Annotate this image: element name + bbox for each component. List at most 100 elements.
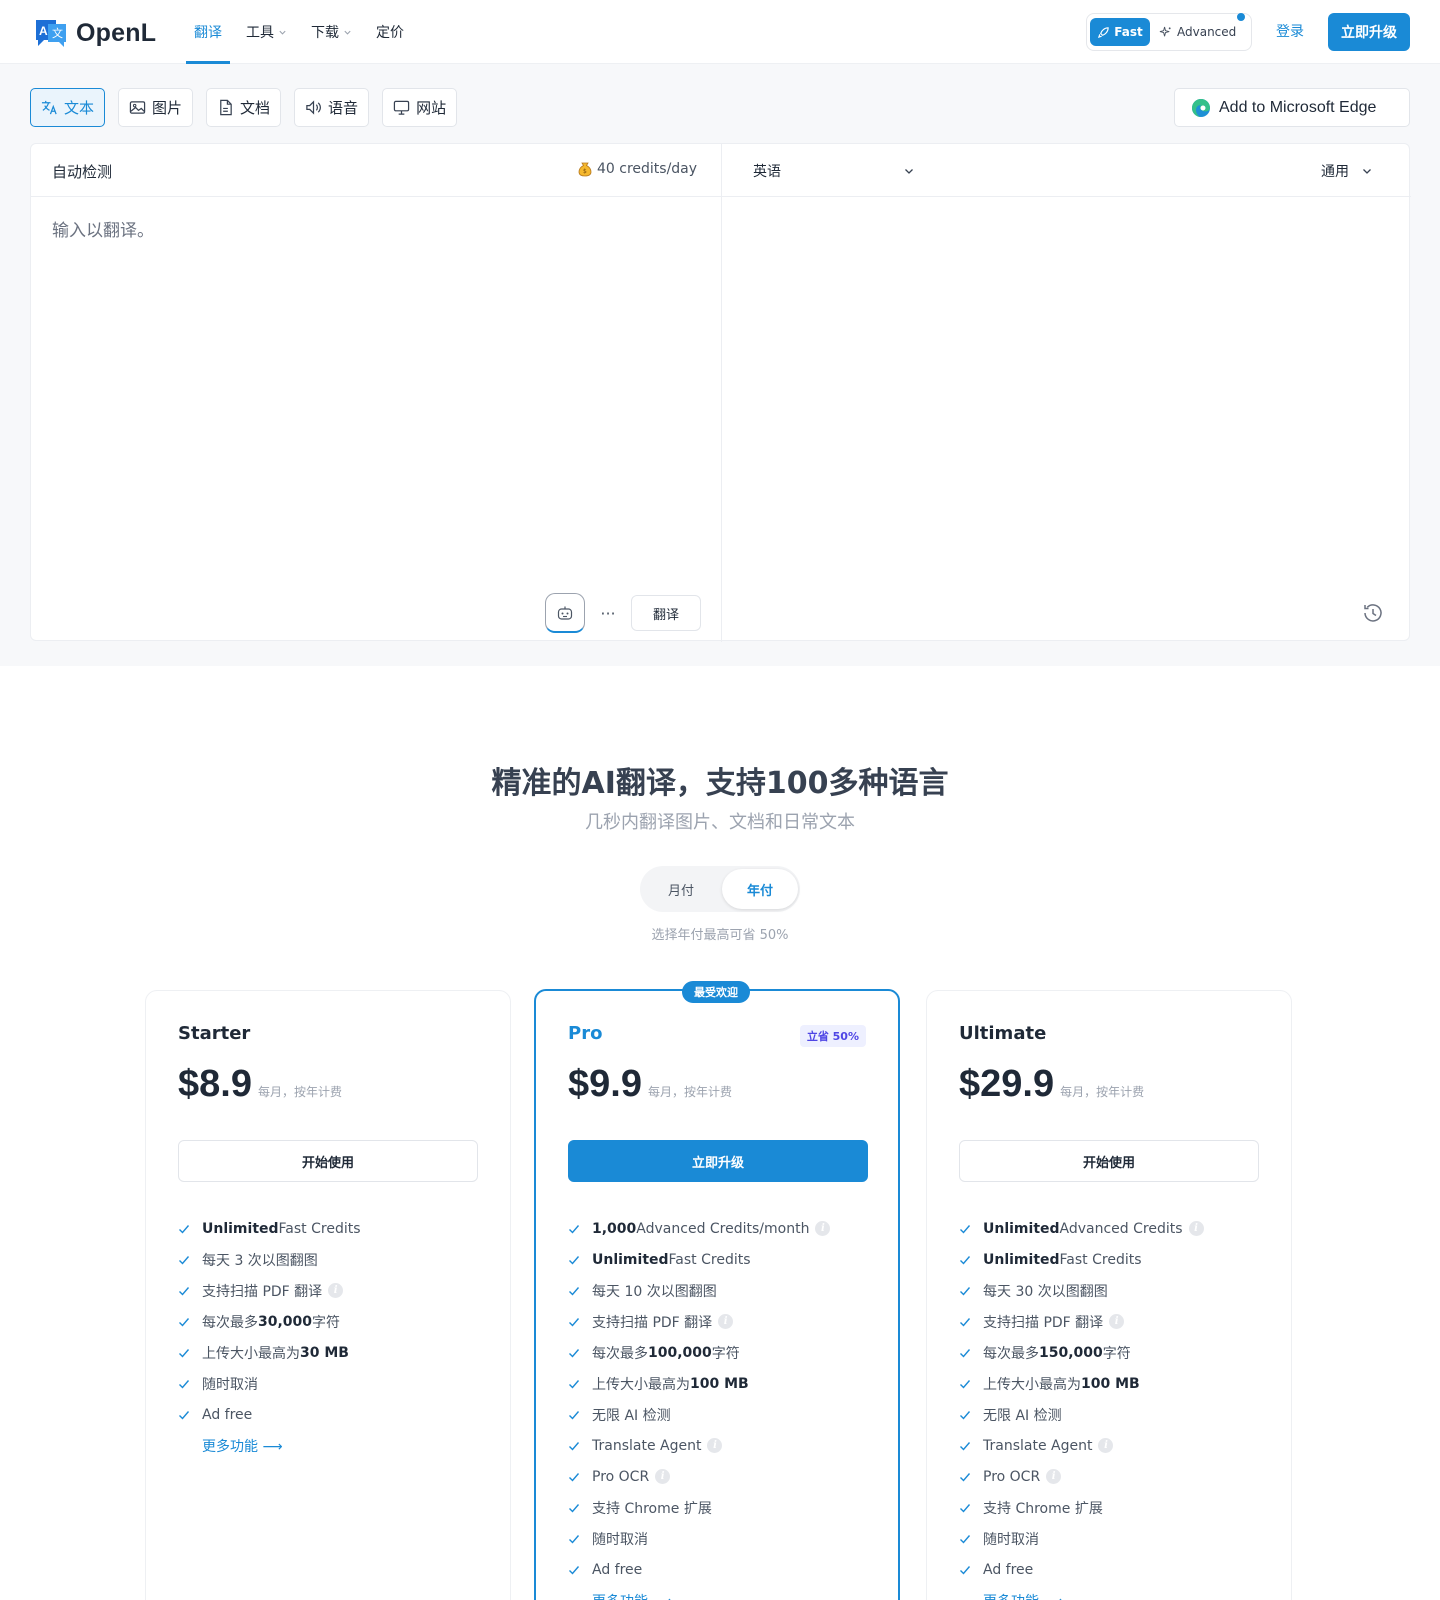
info-icon[interactable]: i [707, 1438, 723, 1453]
feature-text: 字符 [312, 1314, 341, 1331]
info-icon[interactable]: i [1109, 1314, 1125, 1329]
ai-assistant-button[interactable] [545, 593, 585, 633]
nav-tools[interactable]: 工具 [238, 0, 295, 64]
tab-label: 网站 [416, 99, 447, 117]
feature-highlight: 100,000 [648, 1344, 712, 1361]
info-icon[interactable]: i [1046, 1469, 1062, 1484]
feature-text: Advanced Credits/month [636, 1220, 810, 1237]
feature-item: 每天 3 次以图翻图 [178, 1244, 361, 1275]
feature-text: 支持扫描 PDF 翻译 [202, 1283, 323, 1300]
feature-text: Pro OCR [592, 1468, 650, 1485]
billing-yearly-option[interactable]: 年付 [722, 869, 798, 909]
feature-item: 上传大小最高为 100 MB [568, 1368, 830, 1399]
info-icon[interactable]: i [1098, 1438, 1114, 1453]
feature-highlight: Unlimited [592, 1251, 669, 1268]
info-icon[interactable]: i [655, 1469, 671, 1484]
main-nav: 翻译 工具 下载 定价 [186, 0, 420, 64]
check-icon [960, 1441, 971, 1451]
credits-label: 40 credits/day [597, 161, 698, 177]
feature-text: 随时取消 [202, 1376, 258, 1393]
edge-logo-icon [1192, 98, 1210, 117]
feature-item: 支持扫描 PDF 翻译 i [959, 1306, 1204, 1337]
feature-highlight: Unlimited [983, 1251, 1060, 1268]
info-icon[interactable]: i [1188, 1221, 1204, 1236]
feature-text: Ad free [592, 1561, 643, 1578]
more-features-item: 更多功能 ⟶ [178, 1430, 361, 1461]
check-icon [569, 1286, 580, 1296]
check-icon [960, 1410, 971, 1420]
plan-name: Pro [568, 1023, 603, 1044]
feature-text: 支持扫描 PDF 翻译 [983, 1314, 1104, 1331]
feature-item: 支持扫描 PDF 翻译 i [568, 1306, 830, 1337]
info-icon[interactable]: i [328, 1283, 344, 1298]
target-language-select[interactable]: 英语 [753, 161, 915, 181]
more-features-link[interactable]: 更多功能 ⟶ [568, 1591, 673, 1600]
feature-item: 每次最多 100,000 字符 [568, 1337, 830, 1368]
svg-text:A: A [39, 24, 48, 38]
history-icon[interactable] [1361, 601, 1385, 625]
rocket-icon [1098, 26, 1109, 38]
nav-download[interactable]: 下载 [303, 0, 360, 64]
tab-label: 语音 [328, 99, 359, 117]
billing-monthly-option[interactable]: 月付 [640, 866, 722, 912]
check-icon [569, 1441, 580, 1451]
tab-website[interactable]: 网站 [382, 88, 458, 127]
tool-tabs: 文本 图片 文档 语音 网站 [30, 88, 458, 127]
tab-document[interactable]: 文档 [206, 88, 282, 127]
plan-name: Starter [178, 1023, 251, 1044]
check-icon [569, 1348, 580, 1358]
feature-item: Ad free [959, 1554, 1204, 1585]
plan-ultimate-button[interactable]: 开始使用 [959, 1140, 1259, 1182]
check-icon [960, 1286, 971, 1296]
check-icon [569, 1255, 580, 1265]
feature-highlight: Unlimited [983, 1220, 1060, 1237]
nav-pricing[interactable]: 定价 [368, 0, 412, 64]
brand-logo[interactable]: A 文 OpenL [34, 16, 156, 50]
feature-item: 上传大小最高为 30 MB [178, 1337, 361, 1368]
plan-name: Ultimate [959, 1023, 1047, 1044]
more-features-link[interactable]: 更多功能 ⟶ [178, 1436, 283, 1456]
tab-text[interactable]: 文本 [30, 88, 106, 127]
check-icon [960, 1317, 971, 1327]
more-options-button[interactable]: ··· [597, 593, 619, 633]
feature-text: 随时取消 [983, 1531, 1039, 1548]
tab-image[interactable]: 图片 [118, 88, 194, 127]
feature-item: Pro OCR i [568, 1461, 830, 1492]
check-icon [960, 1255, 971, 1265]
mode-fast-button[interactable]: Fast [1090, 18, 1150, 46]
check-icon [569, 1410, 580, 1420]
svg-text:文: 文 [52, 26, 63, 40]
feature-list: Unlimited Fast Credits 每天 3 次以图翻图 支持扫描 PDF… [178, 1213, 361, 1461]
plan-pro-button[interactable]: 立即升级 [568, 1140, 868, 1182]
feature-text: Fast Credits [278, 1220, 361, 1237]
nav-translate[interactable]: 翻译 [186, 0, 230, 64]
plan-starter-button[interactable]: 开始使用 [178, 1140, 478, 1182]
plan-card-ultimate: Ultimate $29.9 每月，按年计费 开始使用 Unlimited Advanc… [926, 990, 1292, 1600]
mode-advanced-button[interactable]: Advanced [1159, 18, 1236, 46]
price-row: $8.9 每月，按年计费 [178, 1063, 342, 1106]
feature-text: 支持 Chrome 扩展 [983, 1500, 1103, 1517]
feature-item: Translate Agent i [959, 1430, 1204, 1461]
feature-item: Ad free [568, 1554, 830, 1585]
source-language-select[interactable]: 自动检测 [52, 161, 112, 182]
upgrade-button[interactable]: 立即升级 [1328, 13, 1410, 51]
tab-voice[interactable]: 语音 [294, 88, 370, 127]
openl-logo-icon: A 文 [34, 16, 68, 50]
translate-button[interactable]: 翻译 [631, 595, 701, 631]
info-icon[interactable]: i [718, 1314, 734, 1329]
credits-indicator: $ 40 credits/day [578, 161, 697, 177]
login-link[interactable]: 登录 [1276, 21, 1304, 41]
source-text-input[interactable] [52, 216, 702, 556]
tone-select[interactable]: 通用 [1321, 161, 1373, 181]
info-icon[interactable]: i [815, 1221, 831, 1236]
add-to-edge-button[interactable]: Add to Microsoft Edge [1174, 88, 1410, 127]
price-note: 每月，按年计费 [257, 1085, 342, 1099]
check-icon [569, 1565, 580, 1575]
more-features-link[interactable]: 更多功能 ⟶ [959, 1591, 1064, 1600]
feature-list: 1,000 Advanced Credits/month i Unlimited F… [568, 1213, 831, 1600]
nav-label: 翻译 [194, 25, 222, 41]
feature-text: 每天 3 次以图翻图 [202, 1252, 318, 1269]
feature-item: Ad free [178, 1399, 361, 1430]
feature-text: 上传大小最高为 [983, 1376, 1081, 1393]
feature-text: Pro OCR [983, 1468, 1041, 1485]
